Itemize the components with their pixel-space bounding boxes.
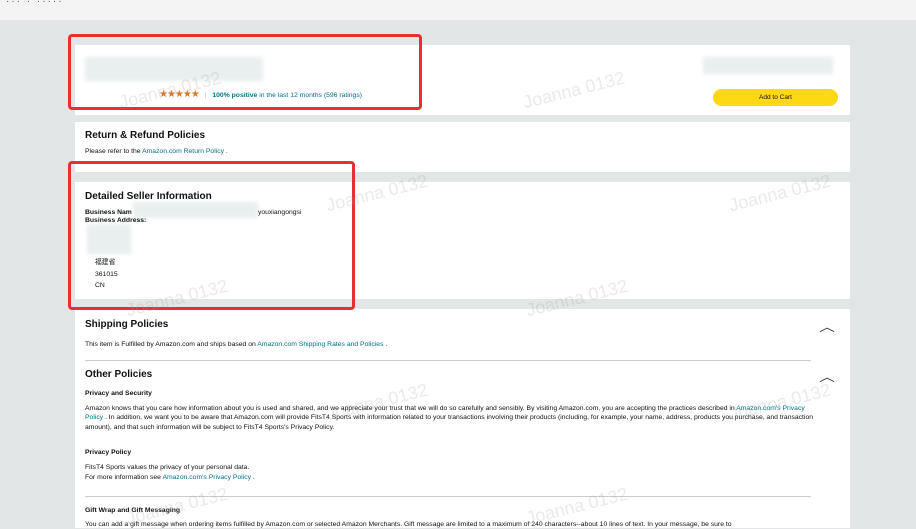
collapse-chevron-up-icon[interactable]: ︿ <box>819 318 835 335</box>
highlight-box-seller <box>68 34 422 110</box>
privacy-security-text-1: Amazon knows that you care how informati… <box>85 405 735 412</box>
shipping-policy-text: This item is Fulfilled by Amazon.com and… <box>85 340 387 349</box>
highlight-box-detailed <box>68 161 355 310</box>
add-to-cart-button[interactable]: Add to Cart <box>713 89 838 106</box>
redacted-block <box>703 57 833 74</box>
privacy-policy-title: Privacy Policy <box>85 449 132 456</box>
shipping-policies-title: Shipping Policies <box>85 319 169 330</box>
policies-card: Shipping Policies ︿ This item is Fulfill… <box>75 309 850 528</box>
return-text-prefix: Please refer to the <box>85 148 143 155</box>
shipping-text-prefix: This item is Fulfilled by Amazon.com and… <box>85 341 258 348</box>
breadcrumb: ··· · ····· <box>6 0 64 7</box>
privacy-policy-text-1: FitsT4 Sports values the privacy of your… <box>85 464 250 471</box>
privacy-security-title: Privacy and Security <box>85 390 152 397</box>
shipping-text-suffix: . <box>383 341 388 348</box>
shipping-rates-link[interactable]: Amazon.com Shipping Rates and Policies <box>257 341 383 348</box>
collapse-chevron-up-icon[interactable]: ︿ <box>819 368 835 385</box>
other-policies-title: Other Policies <box>85 369 153 380</box>
privacy-policy-text-2: For more information see Amazon.com's Pr… <box>85 473 255 482</box>
section-divider <box>85 496 811 497</box>
privacy-policy-prefix: For more information see <box>85 474 163 481</box>
return-policy-text: Please refer to the Amazon.com Return Po… <box>85 147 228 156</box>
privacy-policy-suffix: . <box>251 474 255 481</box>
return-policy-link[interactable]: Amazon.com Return Policy <box>142 148 224 155</box>
privacy-policy-link-2[interactable]: Amazon.com's Privacy Policy <box>162 474 251 481</box>
privacy-security-text-2: . In addition, we want you to be aware t… <box>85 414 814 431</box>
return-text-suffix: . <box>224 148 228 155</box>
gift-wrap-title: Gift Wrap and Gift Messaging <box>85 507 181 514</box>
privacy-security-text: Amazon knows that you care how informati… <box>85 404 815 432</box>
section-divider <box>85 360 811 361</box>
top-bar: ··· · ····· <box>0 0 916 20</box>
return-policy-title: Return & Refund Policies <box>85 130 206 141</box>
